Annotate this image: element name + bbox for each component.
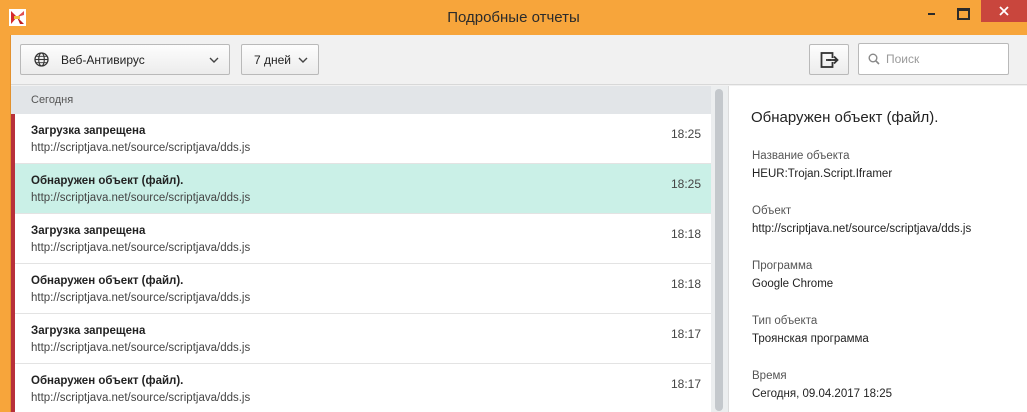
- search-icon: [868, 53, 880, 65]
- detail-label-application: Программа: [752, 260, 813, 272]
- event-title: Загрузка запрещена: [31, 125, 146, 137]
- event-list[interactable]: Сегодня Загрузка запрещена http://script…: [11, 86, 711, 412]
- event-time: 18:17: [670, 377, 701, 391]
- detail-label-time: Время: [752, 370, 787, 382]
- event-title: Загрузка запрещена: [31, 325, 146, 337]
- toolbar: Веб-Антивирус 7 дней: [11, 35, 1027, 85]
- event-title: Обнаружен объект (файл).: [31, 175, 184, 187]
- detail-value-object-type: Троянская программа: [752, 333, 869, 345]
- chevron-down-icon: [209, 57, 219, 63]
- list-scrollbar[interactable]: [711, 86, 728, 412]
- list-item[interactable]: Загрузка запрещена http://scriptjava.net…: [11, 114, 711, 164]
- period-filter-value: 7 дней: [254, 53, 292, 67]
- detail-label-object-type: Тип объекта: [752, 315, 818, 327]
- list-item[interactable]: Обнаружен объект (файл). http://scriptja…: [11, 264, 711, 314]
- list-item-selected[interactable]: Обнаружен объект (файл). http://scriptja…: [11, 164, 711, 214]
- detail-heading: Обнаружен объект (файл).: [751, 109, 939, 126]
- detail-value-object-name: HEUR:Trojan.Script.Iframer: [752, 168, 893, 180]
- detail-value-object: http://scriptjava.net/source/scriptjava/…: [752, 223, 972, 235]
- event-url: http://scriptjava.net/source/scriptjava/…: [31, 392, 251, 404]
- detailed-reports-window: Подробные отчеты Веб-Антивирус 7 дней По…: [0, 0, 1027, 412]
- globe-icon: [34, 52, 49, 67]
- event-time: 18:18: [670, 277, 701, 291]
- search-box[interactable]: [858, 43, 1009, 75]
- list-item[interactable]: Загрузка запрещена http://scriptjava.net…: [11, 214, 711, 264]
- event-time: 18:25: [670, 177, 701, 191]
- window-title: Подробные отчеты: [447, 9, 580, 26]
- event-url: http://scriptjava.net/source/scriptjava/…: [31, 192, 251, 204]
- close-icon: [999, 6, 1009, 16]
- maximize-button[interactable]: [945, 0, 981, 22]
- event-title: Обнаружен объект (файл).: [31, 375, 184, 387]
- list-item[interactable]: Загрузка запрещена http://scriptjava.net…: [11, 314, 711, 364]
- component-filter-value: Веб-Антивирус: [61, 53, 145, 67]
- event-time: 18:17: [670, 327, 701, 341]
- detail-value-time: Сегодня, 09.04.2017 18:25: [752, 388, 892, 400]
- severity-marker: [11, 364, 15, 412]
- severity-marker: [11, 164, 15, 214]
- event-url: http://scriptjava.net/source/scriptjava/…: [31, 142, 251, 154]
- detail-value-application: Google Chrome: [752, 278, 834, 290]
- severity-marker: [11, 314, 15, 364]
- detail-label-object-name: Название объекта: [752, 150, 850, 162]
- chevron-down-icon: [298, 57, 308, 63]
- event-title: Загрузка запрещена: [31, 225, 146, 237]
- event-url: http://scriptjava.net/source/scriptjava/…: [31, 342, 251, 354]
- severity-marker: [11, 214, 15, 264]
- detail-panel: Обнаружен объект (файл). Название объект…: [728, 86, 1027, 412]
- scrollbar-thumb[interactable]: [715, 89, 723, 411]
- event-url: http://scriptjava.net/source/scriptjava/…: [31, 292, 251, 304]
- period-filter-dropdown[interactable]: 7 дней: [241, 44, 319, 75]
- minimize-button[interactable]: [917, 0, 945, 22]
- severity-marker: [11, 264, 15, 314]
- event-title: Обнаружен объект (файл).: [31, 275, 184, 287]
- close-button[interactable]: [981, 0, 1027, 22]
- severity-marker: [11, 114, 15, 164]
- event-time: 18:18: [670, 227, 701, 241]
- title-bar[interactable]: Подробные отчеты: [0, 0, 1027, 35]
- component-filter-dropdown[interactable]: Веб-Антивирус: [20, 44, 230, 75]
- event-url: http://scriptjava.net/source/scriptjava/…: [31, 242, 251, 254]
- event-time: 18:25: [670, 127, 701, 141]
- group-header-today: Сегодня: [11, 86, 711, 114]
- list-item[interactable]: Обнаружен объект (файл). http://scriptja…: [11, 364, 711, 412]
- export-icon: [820, 52, 839, 68]
- search-input[interactable]: [886, 50, 1004, 68]
- client-area: Веб-Антивирус 7 дней Поиск Сегодня Загру…: [10, 35, 1027, 412]
- export-button[interactable]: [809, 44, 849, 75]
- detail-label-object: Объект: [752, 205, 792, 217]
